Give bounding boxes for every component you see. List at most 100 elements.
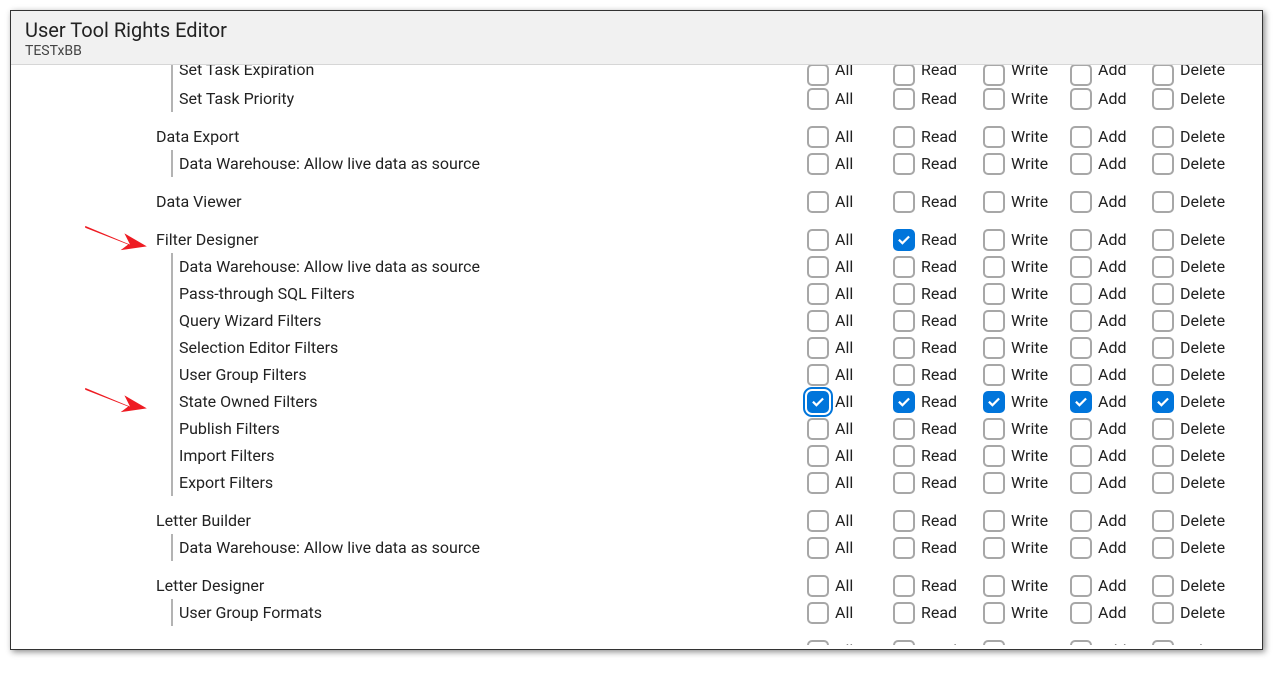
checkbox-all[interactable] <box>807 640 829 646</box>
checkbox-add[interactable] <box>1070 640 1092 646</box>
checkbox-read[interactable] <box>893 391 915 413</box>
checkbox-delete[interactable] <box>1152 364 1174 386</box>
checkbox-write[interactable] <box>983 126 1005 148</box>
checkbox-all[interactable] <box>807 229 829 251</box>
checkbox-all[interactable] <box>807 283 829 305</box>
checkbox-delete[interactable] <box>1152 88 1174 110</box>
checkbox-all[interactable] <box>807 256 829 278</box>
checkbox-read[interactable] <box>893 472 915 494</box>
checkbox-all[interactable] <box>807 310 829 332</box>
checkbox-write[interactable] <box>983 537 1005 559</box>
checkbox-write[interactable] <box>983 337 1005 359</box>
checkbox-read[interactable] <box>893 229 915 251</box>
checkbox-write[interactable] <box>983 191 1005 213</box>
checkbox-delete[interactable] <box>1152 310 1174 332</box>
checkbox-delete[interactable] <box>1152 602 1174 624</box>
checkbox-delete[interactable] <box>1152 445 1174 467</box>
checkbox-delete[interactable] <box>1152 510 1174 532</box>
checkbox-delete[interactable] <box>1152 472 1174 494</box>
checkbox-all[interactable] <box>807 472 829 494</box>
checkbox-read[interactable] <box>893 191 915 213</box>
checkbox-all[interactable] <box>807 153 829 175</box>
checkbox-delete[interactable] <box>1152 153 1174 175</box>
checkbox-delete[interactable] <box>1152 65 1174 86</box>
checkbox-write[interactable] <box>983 510 1005 532</box>
checkbox-add[interactable] <box>1070 337 1092 359</box>
checkbox-read[interactable] <box>893 418 915 440</box>
checkbox-write[interactable] <box>983 283 1005 305</box>
checkbox-add[interactable] <box>1070 126 1092 148</box>
checkbox-delete[interactable] <box>1152 418 1174 440</box>
checkbox-all[interactable] <box>807 445 829 467</box>
checkbox-write[interactable] <box>983 229 1005 251</box>
checkbox-write[interactable] <box>983 418 1005 440</box>
checkbox-all[interactable] <box>807 602 829 624</box>
checkbox-add[interactable] <box>1070 391 1092 413</box>
checkbox-write[interactable] <box>983 364 1005 386</box>
checkbox-read[interactable] <box>893 640 915 646</box>
checkbox-read[interactable] <box>893 364 915 386</box>
checkbox-delete[interactable] <box>1152 575 1174 597</box>
checkbox-add[interactable] <box>1070 65 1092 86</box>
checkbox-add[interactable] <box>1070 283 1092 305</box>
checkbox-add[interactable] <box>1070 537 1092 559</box>
checkbox-write[interactable] <box>983 391 1005 413</box>
checkbox-read[interactable] <box>893 445 915 467</box>
checkbox-write[interactable] <box>983 640 1005 646</box>
checkbox-read[interactable] <box>893 283 915 305</box>
checkbox-all[interactable] <box>807 65 829 86</box>
checkbox-read[interactable] <box>893 310 915 332</box>
checkbox-read[interactable] <box>893 88 915 110</box>
checkbox-add[interactable] <box>1070 256 1092 278</box>
checkbox-delete[interactable] <box>1152 537 1174 559</box>
checkbox-read[interactable] <box>893 602 915 624</box>
checkbox-add[interactable] <box>1070 575 1092 597</box>
checkbox-write[interactable] <box>983 256 1005 278</box>
checkbox-all[interactable] <box>807 191 829 213</box>
checkbox-write[interactable] <box>983 310 1005 332</box>
checkbox-all[interactable] <box>807 391 829 413</box>
checkbox-add[interactable] <box>1070 310 1092 332</box>
checkbox-all[interactable] <box>807 337 829 359</box>
checkbox-delete[interactable] <box>1152 256 1174 278</box>
checkbox-all[interactable] <box>807 418 829 440</box>
checkbox-all[interactable] <box>807 88 829 110</box>
checkbox-all[interactable] <box>807 575 829 597</box>
checkbox-all[interactable] <box>807 537 829 559</box>
checkbox-delete[interactable] <box>1152 337 1174 359</box>
checkbox-read[interactable] <box>893 153 915 175</box>
checkbox-add[interactable] <box>1070 153 1092 175</box>
checkbox-read[interactable] <box>893 126 915 148</box>
checkbox-all[interactable] <box>807 510 829 532</box>
checkbox-add[interactable] <box>1070 510 1092 532</box>
checkbox-delete[interactable] <box>1152 640 1174 646</box>
checkbox-write[interactable] <box>983 445 1005 467</box>
checkbox-read[interactable] <box>893 337 915 359</box>
checkbox-add[interactable] <box>1070 445 1092 467</box>
checkbox-delete[interactable] <box>1152 229 1174 251</box>
checkbox-write[interactable] <box>983 602 1005 624</box>
checkbox-delete[interactable] <box>1152 126 1174 148</box>
checkbox-add[interactable] <box>1070 229 1092 251</box>
checkbox-delete[interactable] <box>1152 283 1174 305</box>
checkbox-add[interactable] <box>1070 472 1092 494</box>
checkbox-add[interactable] <box>1070 602 1092 624</box>
checkbox-add[interactable] <box>1070 191 1092 213</box>
checkbox-delete[interactable] <box>1152 391 1174 413</box>
checkbox-add[interactable] <box>1070 88 1092 110</box>
checkbox-read[interactable] <box>893 65 915 86</box>
checkbox-read[interactable] <box>893 537 915 559</box>
checkbox-write[interactable] <box>983 472 1005 494</box>
checkbox-write[interactable] <box>983 153 1005 175</box>
checkbox-add[interactable] <box>1070 364 1092 386</box>
checkbox-read[interactable] <box>893 256 915 278</box>
checkbox-write[interactable] <box>983 65 1005 86</box>
checkbox-all[interactable] <box>807 364 829 386</box>
checkbox-all[interactable] <box>807 126 829 148</box>
checkbox-write[interactable] <box>983 88 1005 110</box>
checkbox-write[interactable] <box>983 575 1005 597</box>
checkbox-delete[interactable] <box>1152 191 1174 213</box>
checkbox-add[interactable] <box>1070 418 1092 440</box>
checkbox-read[interactable] <box>893 575 915 597</box>
checkbox-read[interactable] <box>893 510 915 532</box>
